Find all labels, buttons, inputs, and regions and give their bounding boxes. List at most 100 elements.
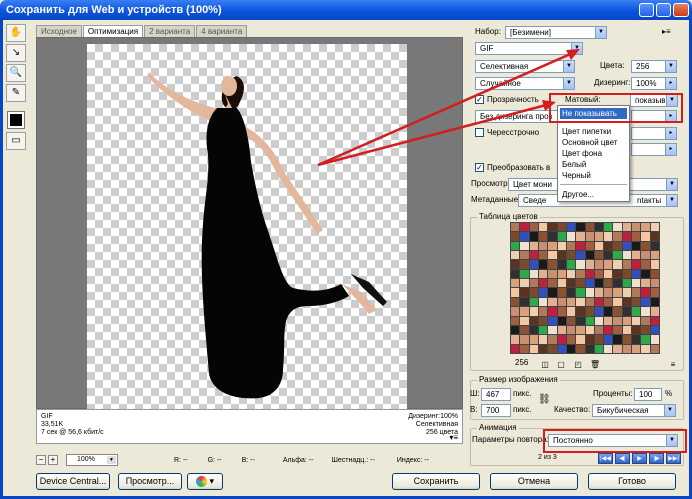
color-swatch-cell[interactable] [557,232,566,241]
color-swatch-cell[interactable] [641,316,650,325]
color-swatch-cell[interactable] [538,288,548,297]
color-swatch-cell[interactable] [650,335,659,344]
color-swatch-cell[interactable] [585,232,594,241]
color-swatch-cell[interactable] [650,288,659,297]
new-color-icon[interactable]: ◰ [573,360,583,370]
color-swatch-cell[interactable] [594,344,604,353]
color-swatch-cell[interactable] [604,344,613,353]
color-swatch-cell[interactable] [632,241,641,251]
color-swatch-cell[interactable] [622,251,632,260]
color-swatch-cell[interactable] [511,223,520,232]
colors-field[interactable]: 256 ▼ [631,60,677,73]
color-swatch-cell[interactable] [594,335,604,344]
color-swatch-cell[interactable] [613,297,622,307]
color-swatch-cell[interactable] [557,260,566,269]
color-swatch-cell[interactable] [511,335,520,344]
color-swatch-cell[interactable] [585,251,594,260]
color-swatch-cell[interactable] [641,279,650,288]
menu-item-white[interactable]: Белый [560,159,627,170]
color-swatch-cell[interactable] [632,269,641,279]
color-swatch-cell[interactable] [594,325,604,335]
color-swatch-cell[interactable] [650,241,659,251]
color-swatch-cell[interactable] [529,288,538,297]
minimize-button[interactable] [639,3,654,17]
color-swatch-cell[interactable] [622,279,632,288]
color-swatch-cell[interactable] [613,325,622,335]
color-swatch-cell[interactable] [576,223,585,232]
eyedropper-icon[interactable]: ✎ [6,84,26,102]
color-swatch-cell[interactable] [511,316,520,325]
color-swatch-cell[interactable] [594,223,604,232]
color-swatch-cell[interactable] [548,260,557,269]
next-frame-button[interactable]: |▶ [649,453,664,464]
color-swatch-cell[interactable] [613,241,622,251]
color-swatch-cell[interactable] [594,269,604,279]
color-swatch-cell[interactable] [613,232,622,241]
color-swatch-cell[interactable] [585,260,594,269]
color-swatch-cell[interactable] [585,325,594,335]
tab-original[interactable]: Исходное [36,25,82,37]
color-swatch-cell[interactable] [511,288,520,297]
color-swatch-cell[interactable] [594,260,604,269]
color-swatch-cell[interactable] [613,335,622,344]
color-swatch-cell[interactable] [566,307,576,316]
color-swatch-cell[interactable] [576,344,585,353]
color-swatch-cell[interactable] [613,269,622,279]
color-swatch-cell[interactable] [632,288,641,297]
color-swatch-cell[interactable] [548,279,557,288]
color-swatch-cell[interactable] [622,316,632,325]
color-swatch-cell[interactable] [511,260,520,269]
color-swatch-cell[interactable] [632,307,641,316]
menu-item-other[interactable]: Другое... [560,189,627,200]
lossy-field[interactable]: ▸ [631,143,677,156]
cancel-button[interactable]: Отмена [490,473,578,490]
color-swatch-cell[interactable] [604,232,613,241]
color-swatch-cell[interactable] [529,279,538,288]
color-swatch-cell[interactable] [548,307,557,316]
web-shift-icon[interactable]: ◫ [540,360,550,370]
color-swatch-cell[interactable] [576,260,585,269]
color-swatch-cell[interactable] [604,335,613,344]
color-swatch-cell[interactable] [641,288,650,297]
color-swatch-cell[interactable] [604,241,613,251]
color-swatch-cell[interactable] [622,269,632,279]
color-swatch-cell[interactable] [511,325,520,335]
color-swatch-cell[interactable] [641,232,650,241]
color-swatch-cell[interactable] [538,260,548,269]
color-swatch-cell[interactable] [641,335,650,344]
color-swatch-cell[interactable] [557,335,566,344]
color-swatch-cell[interactable] [511,279,520,288]
color-swatch-cell[interactable] [650,269,659,279]
color-swatch-cell[interactable] [604,251,613,260]
color-swatch-cell[interactable] [520,279,529,288]
height-field[interactable]: 700 [481,404,511,417]
color-swatch-cell[interactable] [594,297,604,307]
color-swatch-cell[interactable] [585,307,594,316]
zoom-in-button[interactable]: + [48,455,58,465]
color-swatch-cell[interactable] [566,279,576,288]
color-swatch-cell[interactable] [538,307,548,316]
color-swatch-cell[interactable] [538,241,548,251]
color-swatch-cell[interactable] [520,325,529,335]
color-swatch-cell[interactable] [557,344,566,353]
color-swatch-cell[interactable] [622,232,632,241]
color-swatch-cell[interactable] [641,269,650,279]
color-swatch-cell[interactable] [585,269,594,279]
color-swatch-cell[interactable] [557,241,566,251]
color-swatch-cell[interactable] [566,288,576,297]
color-swatch-cell[interactable] [622,307,632,316]
color-swatch-cell[interactable] [622,223,632,232]
color-swatch-cell[interactable] [548,223,557,232]
zoom-out-button[interactable]: − [36,455,46,465]
color-swatch-cell[interactable] [557,297,566,307]
color-swatch-cell[interactable] [566,269,576,279]
color-swatch-cell[interactable] [529,241,538,251]
close-button[interactable] [673,3,689,17]
toggle-slices-icon[interactable]: ▭ [6,132,26,150]
last-frame-button[interactable]: ▶▶| [666,453,681,464]
color-swatch-cell[interactable] [548,251,557,260]
color-swatch-cell[interactable] [622,297,632,307]
color-swatch-cell[interactable] [585,344,594,353]
save-button[interactable]: Сохранить [392,473,480,490]
color-swatch-cell[interactable] [511,344,520,353]
